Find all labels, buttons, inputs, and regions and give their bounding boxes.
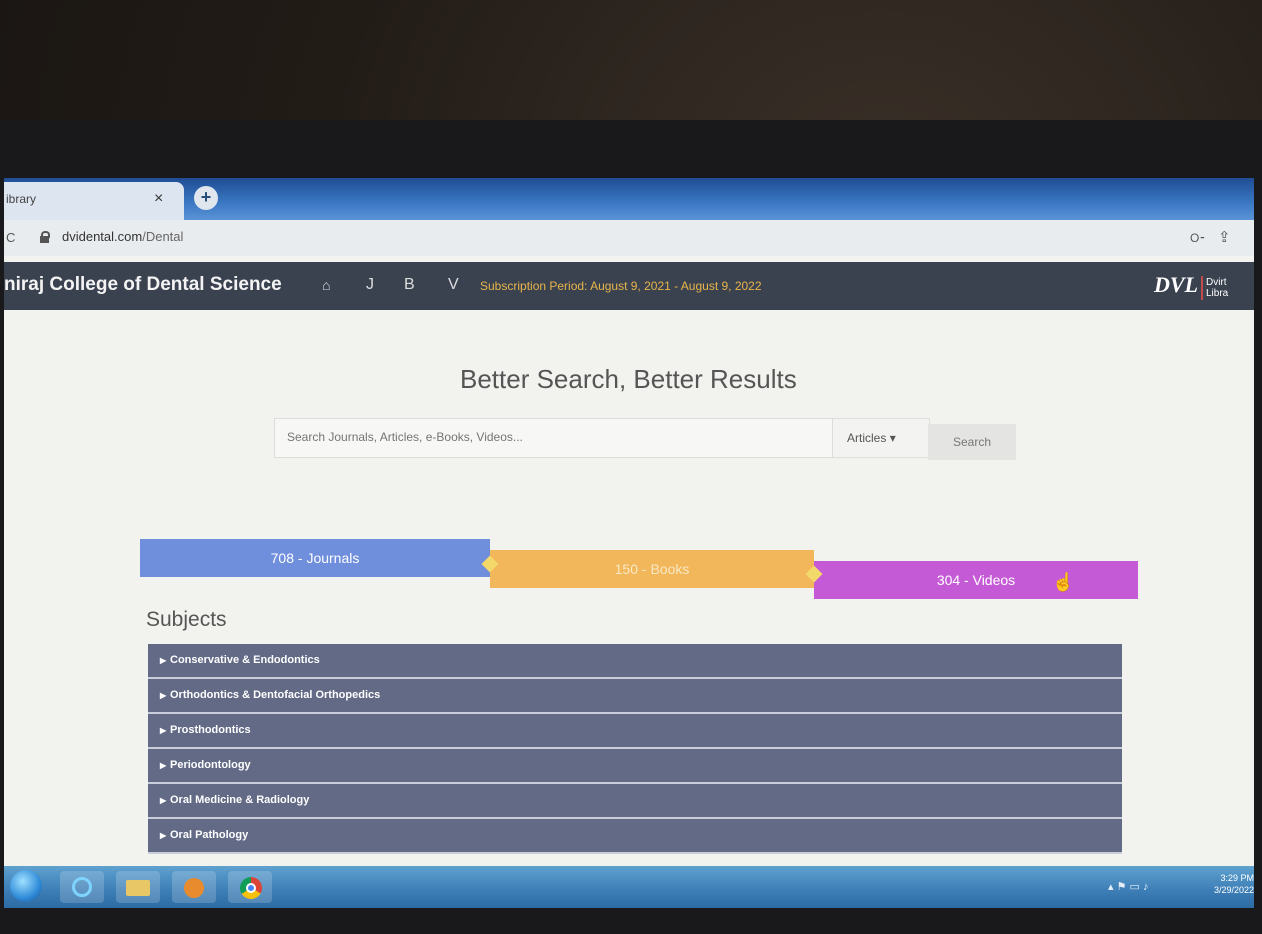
caret-right-icon: ▶ [160, 796, 167, 805]
key-icon[interactable]: O⁃ [1190, 231, 1205, 245]
college-name[interactable]: niraj College of Dental Science [4, 274, 282, 296]
subject-row[interactable]: ▶ Periodontology [148, 749, 1122, 784]
subject-label: Orthodontics & Dentofacial Orthopedics [170, 689, 381, 701]
logo-line1: Dvirt [1206, 276, 1227, 288]
search-box [274, 418, 839, 458]
site-header: niraj College of Dental Science ⌂ J B V … [4, 262, 1254, 310]
logo-mark: DVL [1154, 272, 1198, 297]
caret-right-icon: ▶ [160, 726, 167, 735]
subscription-period: Subscription Period: August 9, 2021 - Au… [480, 279, 762, 293]
caret-right-icon: ▶ [160, 656, 167, 665]
tab-title: ibrary [6, 192, 37, 206]
internet-explorer-icon [72, 877, 92, 897]
taskbar-media-player[interactable] [172, 871, 216, 903]
subject-row[interactable]: ▶ Prosthodontics [148, 714, 1122, 749]
media-player-icon [184, 878, 204, 898]
browser-tab-strip: ibrary × + [4, 178, 1254, 220]
taskbar-ie[interactable] [60, 871, 104, 903]
search-button[interactable]: Search [928, 424, 1016, 460]
share-icon[interactable]: ⇪ [1218, 228, 1231, 246]
caret-right-icon: ▶ [160, 831, 167, 840]
logo-text: Dvirt Libra [1206, 277, 1228, 299]
start-button[interactable] [10, 870, 42, 902]
address-bar[interactable]: C dvidental.com/Dental O⁃ ⇪ [4, 220, 1254, 256]
url-path: /Dental [142, 229, 184, 244]
subject-row[interactable]: ▶ Oral Medicine & Radiology [148, 784, 1122, 819]
nav-books[interactable]: B [404, 276, 415, 294]
taskbar-explorer[interactable] [116, 871, 160, 903]
dropdown-value: Articles [847, 431, 887, 445]
search-input[interactable] [275, 419, 839, 455]
books-count-link[interactable]: 150 - Books [490, 550, 814, 588]
search-type-dropdown[interactable]: Articles ▾ [832, 418, 930, 458]
url-text[interactable]: dvidental.com/Dental [62, 229, 183, 244]
hero-title: Better Search, Better Results [460, 364, 797, 394]
clock-time: 3:29 PM [1220, 873, 1254, 883]
caret-down-icon: ▾ [889, 431, 896, 445]
hand-cursor-icon: ☝ [1052, 572, 1075, 592]
subject-row[interactable]: ▶ Orthodontics & Dentofacial Orthopedics [148, 679, 1122, 714]
subject-label: Conservative & Endodontics [170, 654, 320, 666]
subjects-accordion: ▶ Conservative & Endodontics ▶ Orthodontic… [148, 644, 1122, 854]
new-tab-button[interactable]: + [194, 186, 218, 210]
taskbar-chrome[interactable] [228, 871, 272, 903]
system-tray[interactable]: ▴ ⚑ ▭ ♪ [1108, 880, 1148, 893]
logo-line2: Libra [1206, 287, 1229, 299]
nav-videos[interactable]: V [448, 276, 459, 294]
tab-close-icon[interactable]: × [154, 190, 163, 208]
clock-date: 3/29/2022 [1214, 885, 1254, 895]
nav-journals[interactable]: J [366, 276, 374, 294]
folder-icon [126, 880, 150, 896]
videos-count-link[interactable]: 304 - Videos [814, 561, 1138, 599]
caret-right-icon: ▶ [160, 691, 167, 700]
caret-right-icon: ▶ [160, 761, 167, 770]
subject-label: Oral Pathology [170, 829, 249, 841]
subjects-heading: Subjects [146, 608, 227, 631]
subject-row[interactable]: ▶ Oral Pathology [148, 819, 1122, 854]
lock-icon[interactable] [40, 231, 50, 243]
subject-label: Periodontology [170, 759, 251, 771]
subject-row[interactable]: ▶ Conservative & Endodontics [148, 644, 1122, 679]
subject-label: Oral Medicine & Radiology [170, 794, 310, 806]
chrome-icon [240, 877, 262, 899]
home-icon[interactable]: ⌂ [322, 277, 330, 293]
monitor-screen: ibrary × + C dvidental.com/Dental O⁃ ⇪ n… [4, 178, 1254, 908]
windows-taskbar: ▴ ⚑ ▭ ♪ 3:29 PM 3/29/2022 [4, 866, 1254, 908]
reload-icon[interactable]: C [6, 230, 15, 245]
subject-label: Prosthodontics [170, 724, 251, 736]
browser-tab[interactable]: ibrary × [4, 182, 184, 220]
journals-count-link[interactable]: 708 - Journals [140, 539, 490, 577]
url-domain: dvidental.com [62, 229, 143, 244]
logo-divider [1201, 275, 1203, 300]
taskbar-clock[interactable]: 3:29 PM 3/29/2022 [1214, 872, 1254, 896]
dvl-logo[interactable]: DVL Dvirt Libra [1154, 272, 1228, 300]
